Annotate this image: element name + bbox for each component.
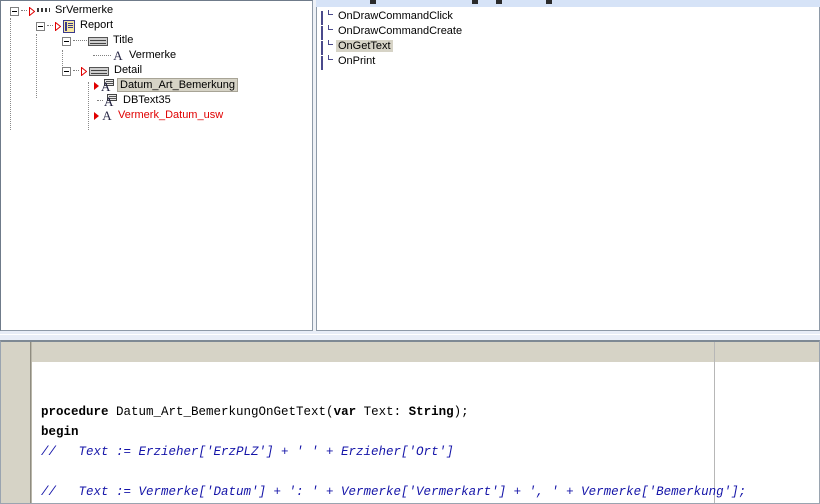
events-pane[interactable]: OnDrawCommandClick OnDrawCommandCreate O… bbox=[316, 7, 820, 331]
toolbar-button-mark-4[interactable] bbox=[546, 0, 552, 4]
tree-node-report[interactable]: Report bbox=[5, 19, 312, 34]
code-line[interactable]: // Text := Vermerke['Datum'] + ': ' + Ve… bbox=[32, 482, 819, 502]
tree-connector bbox=[47, 25, 53, 27]
tree-node-datum-art-bemerkung[interactable]: A Datum_Art_Bemerkung bbox=[5, 78, 312, 94]
tree-node-vermerk-datum-usw[interactable]: A Vermerk_Datum_usw bbox=[5, 109, 312, 124]
pane-splitter-horizontal[interactable] bbox=[0, 331, 820, 340]
tree-node-label[interactable]: Vermerk_Datum_usw bbox=[116, 109, 225, 121]
tree-node-dbtext35[interactable]: A DBText35 bbox=[5, 94, 312, 109]
text-a-icon: A bbox=[113, 47, 123, 63]
event-label[interactable]: OnDrawCommandClick bbox=[336, 10, 455, 22]
empty-page-icon bbox=[321, 10, 332, 25]
structure-tree: SrVermerke Report Title A Vermerke Detail… bbox=[1, 1, 312, 130]
list-item[interactable]: OnDrawCommandClick bbox=[321, 10, 819, 25]
report-designer-window: SrVermerke Report Title A Vermerke Detail… bbox=[0, 0, 820, 504]
tree-connector bbox=[21, 10, 27, 12]
form-dots-icon bbox=[37, 8, 50, 13]
code-editor-pane[interactable]: procedure Datum_Art_BemerkungOnGetText(v… bbox=[0, 340, 820, 504]
tree-connector bbox=[73, 40, 87, 42]
collapse-minus-icon[interactable] bbox=[62, 36, 71, 46]
code-token: ); bbox=[453, 405, 469, 419]
solid-triangle-icon[interactable] bbox=[94, 112, 99, 121]
db-text-icon: A bbox=[101, 79, 115, 93]
collapse-minus-icon[interactable] bbox=[36, 21, 45, 31]
code-token: Datum_Art_BemerkungOnGetText( bbox=[116, 405, 334, 419]
structure-tree-pane[interactable]: SrVermerke Report Title A Vermerke Detail… bbox=[0, 0, 313, 331]
collapse-minus-icon[interactable] bbox=[10, 6, 19, 16]
tree-node-label[interactable]: Report bbox=[78, 19, 115, 31]
event-label[interactable]: OnPrint bbox=[336, 55, 377, 67]
code-line[interactable]: procedure Datum_Art_BemerkungOnGetText(v… bbox=[32, 402, 819, 422]
tree-node-title[interactable]: Title bbox=[5, 34, 312, 49]
tree-node-label[interactable]: Vermerke bbox=[127, 49, 178, 61]
code-text-area[interactable]: procedure Datum_Art_BemerkungOnGetText(v… bbox=[32, 342, 819, 503]
events-list: OnDrawCommandClick OnDrawCommandCreate O… bbox=[317, 7, 819, 70]
hollow-triangle-icon[interactable] bbox=[29, 6, 35, 16]
db-text-icon: A bbox=[104, 94, 118, 108]
code-token: // Text := Erzieher['ErzPLZ'] + ' ' + Er… bbox=[41, 445, 454, 459]
text-a-icon: A bbox=[102, 107, 112, 123]
tree-connector bbox=[93, 55, 111, 57]
hollow-triangle-icon[interactable] bbox=[55, 21, 61, 31]
code-token: String bbox=[408, 405, 454, 419]
code-token: Text: bbox=[356, 405, 409, 419]
hollow-triangle-icon[interactable] bbox=[81, 66, 87, 76]
empty-page-icon bbox=[321, 25, 332, 40]
filled-page-icon bbox=[321, 40, 332, 55]
collapse-minus-icon[interactable] bbox=[62, 66, 71, 76]
list-item-selected[interactable]: OnGetText bbox=[321, 40, 819, 55]
list-item[interactable]: OnDrawCommandCreate bbox=[321, 25, 819, 40]
list-item[interactable]: OnPrint bbox=[321, 55, 819, 70]
code-token: begin bbox=[41, 425, 79, 439]
code-line[interactable] bbox=[32, 462, 819, 482]
tree-connector bbox=[73, 70, 79, 72]
tree-node-srvermerke[interactable]: SrVermerke bbox=[5, 4, 312, 19]
editor-gutter[interactable] bbox=[1, 342, 32, 503]
tree-node-label[interactable]: SrVermerke bbox=[53, 4, 115, 16]
solid-triangle-icon[interactable] bbox=[94, 82, 99, 91]
toolbar-button-mark-1[interactable] bbox=[370, 0, 376, 4]
event-label[interactable]: OnDrawCommandCreate bbox=[336, 25, 464, 37]
code-line[interactable]: // Text := Erzieher['ErzPLZ'] + ' ' + Er… bbox=[32, 442, 819, 462]
tree-node-label[interactable]: Datum_Art_Bemerkung bbox=[117, 78, 238, 92]
toolbar-button-mark-2[interactable] bbox=[472, 0, 478, 4]
tree-node-label[interactable]: Detail bbox=[112, 64, 144, 76]
tree-node-vermerke[interactable]: A Vermerke bbox=[5, 49, 312, 64]
tree-connector bbox=[97, 100, 103, 102]
code-token: var bbox=[333, 405, 357, 419]
tree-node-label[interactable]: DBText35 bbox=[121, 94, 173, 106]
toolbar-button-mark-3[interactable] bbox=[496, 0, 502, 4]
code-line[interactable]: begin bbox=[32, 422, 819, 442]
tree-node-label[interactable]: Title bbox=[111, 34, 135, 46]
band-icon bbox=[88, 36, 108, 46]
code-token: // Text := Vermerke['Datum'] + ': ' + Ve… bbox=[41, 485, 747, 499]
code-token: procedure bbox=[41, 405, 117, 419]
empty-page-icon bbox=[321, 55, 332, 70]
band-icon bbox=[89, 66, 109, 76]
report-icon bbox=[63, 19, 75, 33]
tree-node-detail[interactable]: Detail bbox=[5, 64, 312, 79]
event-label[interactable]: OnGetText bbox=[336, 40, 393, 52]
